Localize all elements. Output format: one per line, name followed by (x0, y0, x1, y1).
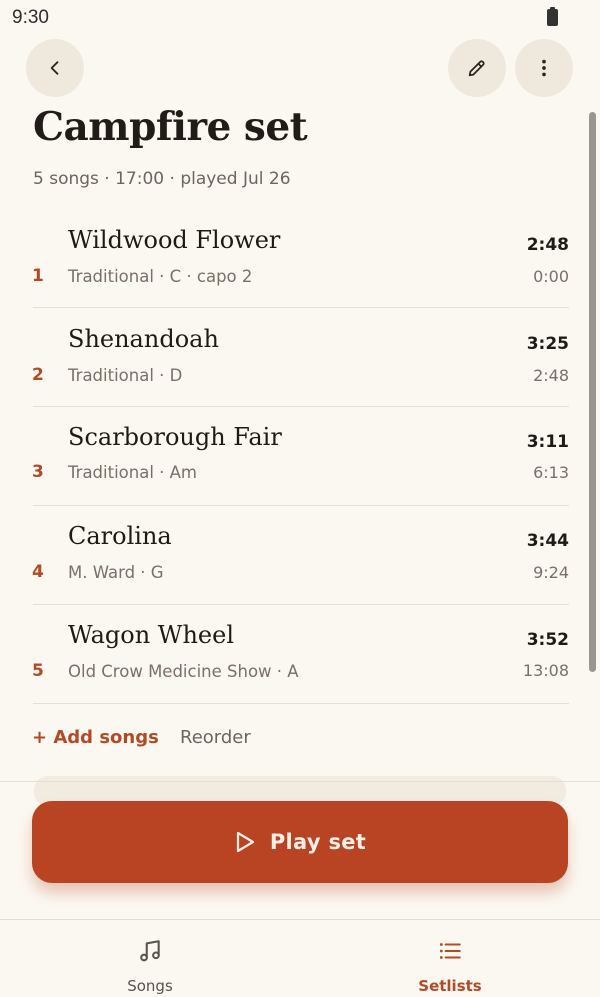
divider (33, 505, 569, 506)
song-start-time: 13:08 (522, 661, 569, 680)
song-duration: 3:11 (526, 432, 569, 452)
song-duration: 3:44 (526, 531, 569, 551)
song-row[interactable]: Carolina 4 M. Ward · G 3:44 9:24 (0, 507, 600, 605)
song-title: Shenandoah (68, 325, 219, 353)
edit-button[interactable] (448, 39, 506, 97)
add-songs-button[interactable]: + Add songs (32, 727, 159, 748)
song-title: Scarborough Fair (68, 423, 282, 451)
song-start-time: 0:00 (533, 267, 569, 286)
song-duration: 3:25 (526, 334, 569, 354)
nav-label-songs: Songs (127, 977, 173, 995)
song-row[interactable]: Shenandoah 2 Traditional · D 3:25 2:48 (0, 309, 600, 407)
list-icon (439, 943, 461, 959)
nav-label-setlists: Setlists (418, 977, 482, 995)
song-number: 5 (32, 661, 44, 681)
song-title: Wagon Wheel (68, 621, 234, 649)
bottom-nav: Songs Setlists (0, 919, 600, 997)
status-time: 9:30 (12, 7, 49, 28)
song-number: 4 (32, 562, 44, 582)
song-row[interactable]: Wagon Wheel 5 Old Crow Medicine Show · A… (0, 606, 600, 704)
nav-tab-setlists[interactable]: Setlists (300, 920, 600, 997)
song-row[interactable]: Scarborough Fair 3 Traditional · Am 3:11… (0, 408, 600, 506)
song-title: Wildwood Flower (68, 226, 281, 254)
play-set-label: Play set (269, 830, 367, 854)
nav-tab-songs[interactable]: Songs (0, 920, 300, 997)
more-vertical-icon (542, 59, 546, 77)
divider (33, 703, 569, 704)
back-button[interactable] (26, 39, 84, 97)
setlist-meta: 5 songs · 17:00 · played Jul 26 (33, 169, 291, 189)
divider (33, 604, 569, 605)
song-start-time: 2:48 (533, 366, 569, 385)
song-subtitle: Old Crow Medicine Show · A (68, 662, 299, 681)
song-number: 1 (32, 266, 44, 286)
divider (33, 406, 569, 407)
song-start-time: 6:13 (533, 463, 569, 482)
song-number: 3 (32, 462, 44, 482)
chevron-left-icon (50, 61, 59, 75)
song-start-time: 9:24 (533, 563, 569, 582)
song-row[interactable]: Wildwood Flower 1 Traditional · C · capo… (0, 210, 600, 308)
song-title: Carolina (68, 522, 172, 550)
more-options-button[interactable] (515, 39, 573, 97)
reorder-button[interactable]: Reorder (180, 727, 251, 748)
status-bar: 9:30 (0, 0, 600, 36)
pencil-icon (468, 60, 485, 77)
song-duration: 2:48 (526, 235, 569, 255)
battery-icon (547, 7, 558, 26)
divider (33, 307, 569, 308)
play-icon (236, 831, 254, 853)
song-duration: 3:52 (526, 630, 569, 650)
song-number: 2 (32, 365, 44, 385)
song-subtitle: Traditional · Am (68, 463, 198, 482)
play-set-button[interactable]: Play set (32, 801, 568, 883)
song-subtitle: Traditional · D (68, 366, 183, 385)
page-title: Campfire set (33, 104, 308, 150)
song-subtitle: M. Ward · G (68, 563, 164, 582)
song-subtitle: Traditional · C · capo 2 (68, 267, 253, 286)
divider (0, 781, 600, 782)
music-note-icon (140, 940, 160, 962)
